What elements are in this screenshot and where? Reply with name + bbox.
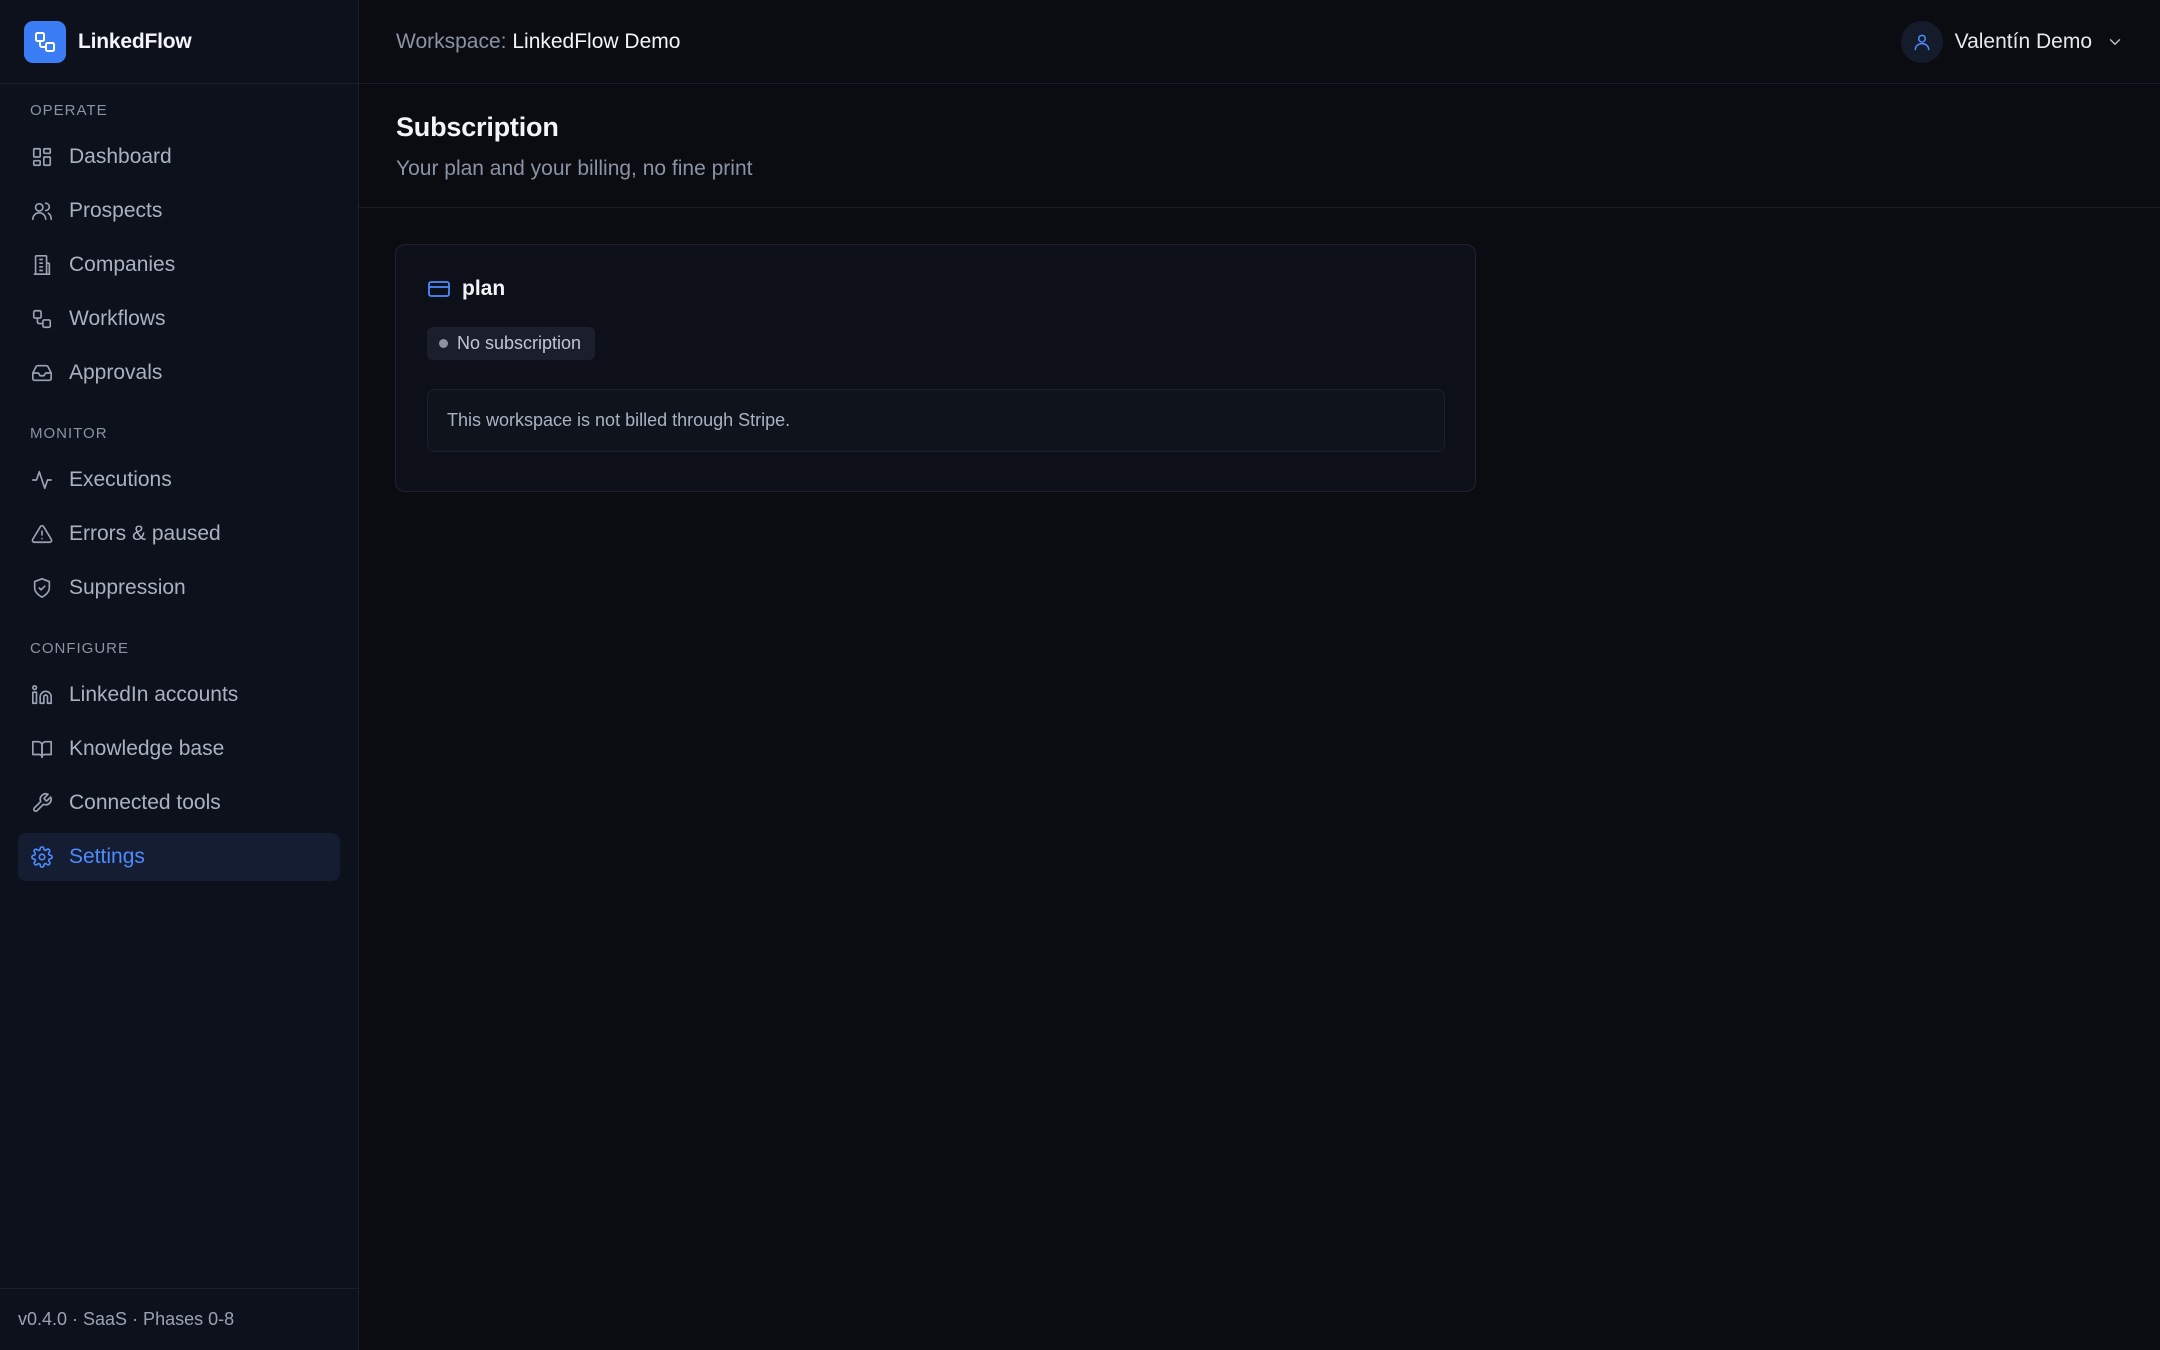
sidebar-item-prospects[interactable]: Prospects: [18, 187, 340, 235]
shield-icon: [30, 576, 54, 600]
nav-section-operate: OPERATE Dashboard Prospects Companies Wo…: [18, 102, 340, 397]
credit-card-icon: [427, 277, 451, 301]
nav-section-configure: CONFIGURE LinkedIn accounts Knowledge ba…: [18, 640, 340, 881]
main-area: Workspace: LinkedFlow Demo Valentín Demo…: [359, 0, 2160, 1350]
sidebar-item-dashboard[interactable]: Dashboard: [18, 133, 340, 181]
chevron-down-icon: [2106, 33, 2124, 51]
sidebar-item-label: Connected tools: [69, 791, 221, 814]
version-footer: v0.4.0 · SaaS · Phases 0-8: [0, 1288, 358, 1350]
status-badge: No subscription: [427, 327, 596, 360]
brand-name: LinkedFlow: [78, 29, 192, 53]
avatar: [1900, 20, 1943, 63]
user-name: Valentín Demo: [1954, 29, 2092, 53]
sidebar-item-knowledge-base[interactable]: Knowledge base: [18, 725, 340, 773]
sidebar-item-approvals[interactable]: Approvals: [18, 349, 340, 397]
activity-icon: [30, 468, 54, 492]
sidebar-item-label: Knowledge base: [69, 737, 225, 760]
section-label: MONITOR: [30, 425, 108, 442]
sidebar-nav: OPERATE Dashboard Prospects Companies Wo…: [0, 84, 358, 881]
sidebar-item-settings[interactable]: Settings: [18, 833, 340, 881]
brand[interactable]: LinkedFlow: [0, 0, 358, 84]
sidebar: LinkedFlow OPERATE Dashboard Prospects C…: [0, 0, 359, 1350]
card-header: plan: [427, 277, 1444, 301]
building-icon: [30, 253, 54, 277]
sidebar-item-label: Dashboard: [69, 145, 172, 168]
app-root: LinkedFlow OPERATE Dashboard Prospects C…: [0, 0, 2160, 1350]
status-badge-label: No subscription: [457, 333, 582, 353]
sidebar-item-linkedin-accounts[interactable]: LinkedIn accounts: [18, 671, 340, 719]
users-icon: [30, 199, 54, 223]
page-header: Subscription Your plan and your billing,…: [359, 84, 2160, 208]
wrench-icon: [30, 791, 54, 815]
sidebar-item-label: Suppression: [69, 576, 186, 599]
dashboard-icon: [30, 145, 54, 169]
page-subtitle: Your plan and your billing, no fine prin…: [396, 157, 753, 180]
workspace-indicator: Workspace: LinkedFlow Demo: [396, 30, 680, 54]
page-title: Subscription: [396, 112, 559, 142]
gear-icon: [30, 845, 54, 869]
sidebar-item-workflows[interactable]: Workflows: [18, 295, 340, 343]
warning-icon: [30, 522, 54, 546]
plan-card: plan No subscription This workspace is n…: [395, 244, 1476, 492]
section-label: CONFIGURE: [30, 640, 129, 657]
sidebar-item-label: Workflows: [69, 307, 166, 330]
workspace-label: Workspace:: [396, 29, 507, 53]
user-icon: [1914, 34, 1930, 50]
card-title: plan: [462, 277, 506, 300]
sidebar-item-label: Companies: [69, 253, 176, 276]
page-content: plan No subscription This workspace is n…: [359, 208, 2160, 492]
sidebar-item-executions[interactable]: Executions: [18, 456, 340, 504]
section-label: OPERATE: [30, 102, 108, 119]
sidebar-item-label: Executions: [69, 468, 172, 491]
sidebar-item-errors-paused[interactable]: Errors & paused: [18, 510, 340, 558]
linkedin-icon: [30, 683, 54, 707]
sidebar-item-suppression[interactable]: Suppression: [18, 564, 340, 612]
nav-section-monitor: MONITOR Executions Errors & paused Suppr…: [18, 425, 340, 612]
workspace-name: LinkedFlow Demo: [512, 29, 681, 53]
status-dot: [439, 339, 448, 348]
sidebar-item-companies[interactable]: Companies: [18, 241, 340, 289]
workflow-icon: [24, 20, 66, 63]
sidebar-item-connected-tools[interactable]: Connected tools: [18, 779, 340, 827]
sidebar-item-label: Prospects: [69, 199, 163, 222]
inbox-icon: [30, 361, 54, 385]
billing-notice: This workspace is not billed through Str…: [427, 389, 1445, 452]
sidebar-item-label: Errors & paused: [69, 522, 221, 545]
sidebar-item-label: Settings: [69, 845, 145, 868]
book-icon: [30, 737, 54, 761]
topbar: Workspace: LinkedFlow Demo Valentín Demo: [359, 0, 2160, 84]
user-menu[interactable]: Valentín Demo: [1900, 20, 2124, 63]
sidebar-item-label: LinkedIn accounts: [69, 683, 239, 706]
workflow-icon: [30, 307, 54, 331]
sidebar-item-label: Approvals: [69, 361, 163, 384]
